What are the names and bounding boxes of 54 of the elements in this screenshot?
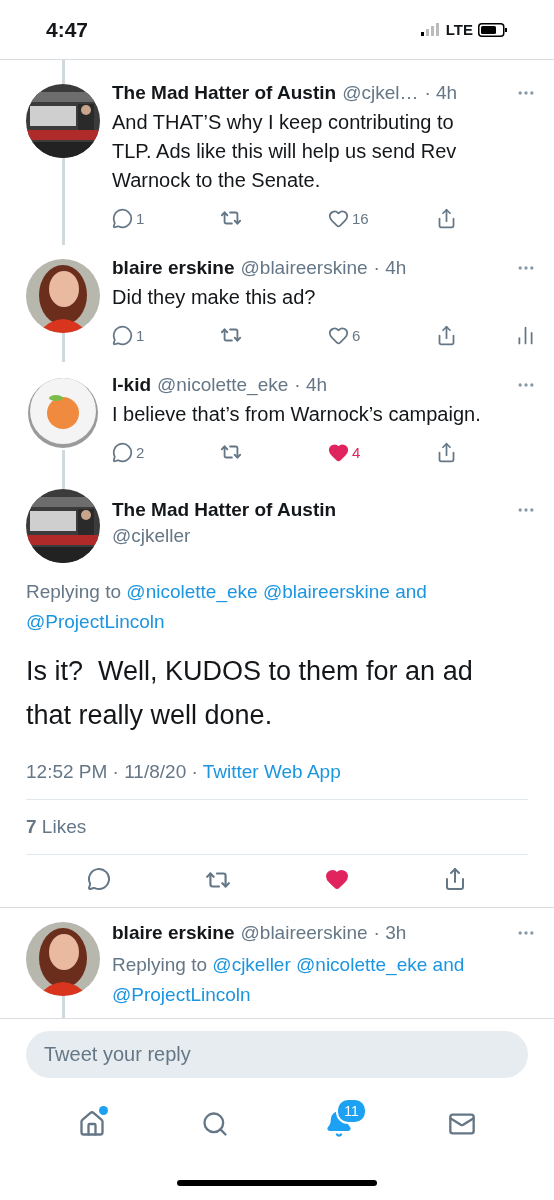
signal-icon <box>420 23 441 36</box>
mention-link[interactable]: and <box>432 954 465 975</box>
like-count: 6 <box>352 326 361 344</box>
tweet-time: · 4h <box>294 373 328 397</box>
tweet-time: · 3h <box>373 921 407 945</box>
mention-link[interactable]: @ProjectLincoln <box>112 984 251 1005</box>
replying-to-text: Replying to @nicolette_eke @blaireerskine and @ProjectLincoln <box>26 580 428 634</box>
mention-link[interactable]: @nicolette_eke <box>296 954 428 975</box>
author-name[interactable]: The Mad Hatter of Austin <box>112 499 337 521</box>
author-handle: @cjkel… <box>342 81 419 105</box>
share-icon[interactable] <box>436 207 457 229</box>
tweet-timestamp: 12:52 PM · 11/8/20 · Twitter Web App <box>26 761 528 800</box>
like-count: 16 <box>352 209 369 227</box>
mention-link[interactable]: @cjkeller <box>212 954 291 975</box>
author-handle: @blaireerskine <box>240 921 368 945</box>
likes-count[interactable]: 7 Likes <box>26 800 528 855</box>
reply-icon[interactable] <box>112 441 133 463</box>
tweet-text: Did they make this ad? <box>112 285 317 310</box>
reply-icon[interactable] <box>112 324 133 346</box>
mention-link[interactable]: @ProjectLincoln <box>26 611 165 632</box>
battery-icon <box>478 22 508 37</box>
home-icon[interactable] <box>77 1110 106 1138</box>
replying-to-text: Replying to @cjkeller @nicolette_eke and @ProjectLincoln <box>112 953 466 1007</box>
mention-link[interactable]: and <box>395 581 427 602</box>
tweet-time: · 4h <box>424 81 458 105</box>
reply-count: 1 <box>136 326 145 344</box>
author-name[interactable]: blaire erskine <box>112 255 235 281</box>
mention-link[interactable]: @nicolette_eke <box>126 581 258 602</box>
clock: 4:47 <box>46 17 89 42</box>
reply-field[interactable]: Tweet your reply <box>26 1031 528 1078</box>
like-count: 4 <box>352 443 361 461</box>
tweet-text: And THAT’S why I keep contributing to TLP. Ads like this will help us send Rev Warnock to the Senate. <box>112 110 458 193</box>
tweet-text: Is it? Well, KUDOS to them for an ad that really well done. <box>25 655 474 732</box>
author-handle: @cjkeller <box>112 525 192 547</box>
reply-icon[interactable] <box>112 207 133 229</box>
reply-icon[interactable] <box>87 867 111 891</box>
tweet-text: I believe that’s from Warnock’s campaign. <box>112 402 482 427</box>
reply-count: 1 <box>136 209 145 227</box>
search-icon[interactable] <box>201 1110 230 1138</box>
author-name[interactable]: l-kid <box>112 372 152 398</box>
author-handle: @nicolette_eke <box>157 373 289 398</box>
tweet-time: · 4h <box>373 256 407 280</box>
mention-link[interactable]: @blaireerskine <box>262 581 390 602</box>
reply-count: 2 <box>136 443 145 461</box>
source-link[interactable]: Twitter Web App <box>202 761 341 782</box>
author-handle: @blaireerskine <box>240 256 368 280</box>
share-icon[interactable] <box>436 441 457 463</box>
author-name[interactable]: The Mad Hatter of Austin <box>112 80 337 106</box>
like-icon[interactable] <box>325 867 349 891</box>
network-label: LTE <box>445 21 473 38</box>
notification-badge: 11 <box>336 1098 367 1124</box>
share-icon[interactable] <box>443 867 467 891</box>
author-name[interactable]: blaire erskine <box>112 920 235 946</box>
share-icon[interactable] <box>436 324 457 346</box>
